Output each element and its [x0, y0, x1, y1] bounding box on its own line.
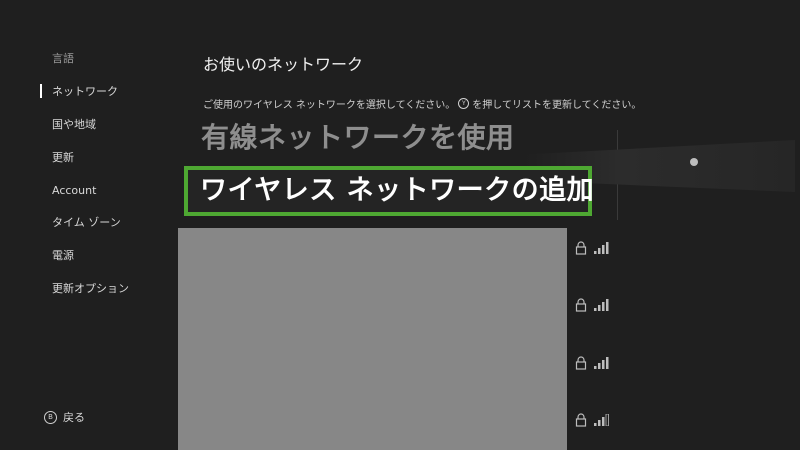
use-wired-network-option[interactable]: 有線ネットワークを使用	[201, 116, 515, 156]
wifi-signal-icon	[594, 242, 609, 254]
settings-sidebar: 言語 ネットワーク 国や地域 更新 Account タイム ゾーン 電源 更新オ…	[0, 0, 170, 450]
lock-icon	[575, 413, 587, 427]
sidebar-item-power[interactable]: 電源	[52, 249, 74, 263]
selection-indicator	[40, 84, 42, 98]
wifi-signal-icon	[594, 414, 609, 426]
lock-icon	[575, 298, 587, 312]
lock-icon	[575, 241, 587, 255]
b-button-icon: B	[44, 410, 57, 424]
network-row[interactable]	[575, 413, 615, 427]
network-row[interactable]	[575, 241, 615, 255]
back-button[interactable]: B 戻る	[44, 409, 85, 425]
sidebar-item-region[interactable]: 国や地域	[52, 118, 96, 132]
sidebar-item-account[interactable]: Account	[52, 184, 96, 198]
network-row[interactable]	[575, 298, 615, 312]
sidebar-item-update-options[interactable]: 更新オプション	[52, 282, 129, 296]
instruction-text: ご使用のワイヤレス ネットワークを選択してください。 Y を押してリストを更新し…	[203, 96, 641, 111]
wifi-signal-icon	[594, 299, 609, 311]
y-button-icon: Y	[458, 98, 470, 109]
instruction-after: を押してリストを更新してください。	[472, 100, 642, 111]
console-power-light	[690, 158, 698, 166]
network-row[interactable]	[575, 356, 615, 370]
sidebar-item-update[interactable]: 更新	[52, 151, 74, 165]
sidebar-item-network[interactable]: ネットワーク	[52, 85, 118, 99]
wifi-signal-icon	[594, 357, 609, 369]
sidebar-item-language[interactable]: 言語	[52, 52, 74, 66]
page-title: お使いのネットワーク	[203, 55, 364, 74]
instruction-before: ご使用のワイヤレス ネットワークを選択してください。	[203, 100, 456, 111]
lock-icon	[575, 356, 587, 370]
network-list-redacted	[178, 228, 567, 450]
add-wireless-network-button[interactable]: ワイヤレス ネットワークの追加	[184, 166, 594, 216]
sidebar-item-timezone[interactable]: タイム ゾーン	[52, 216, 121, 230]
back-label: 戻る	[63, 411, 85, 424]
